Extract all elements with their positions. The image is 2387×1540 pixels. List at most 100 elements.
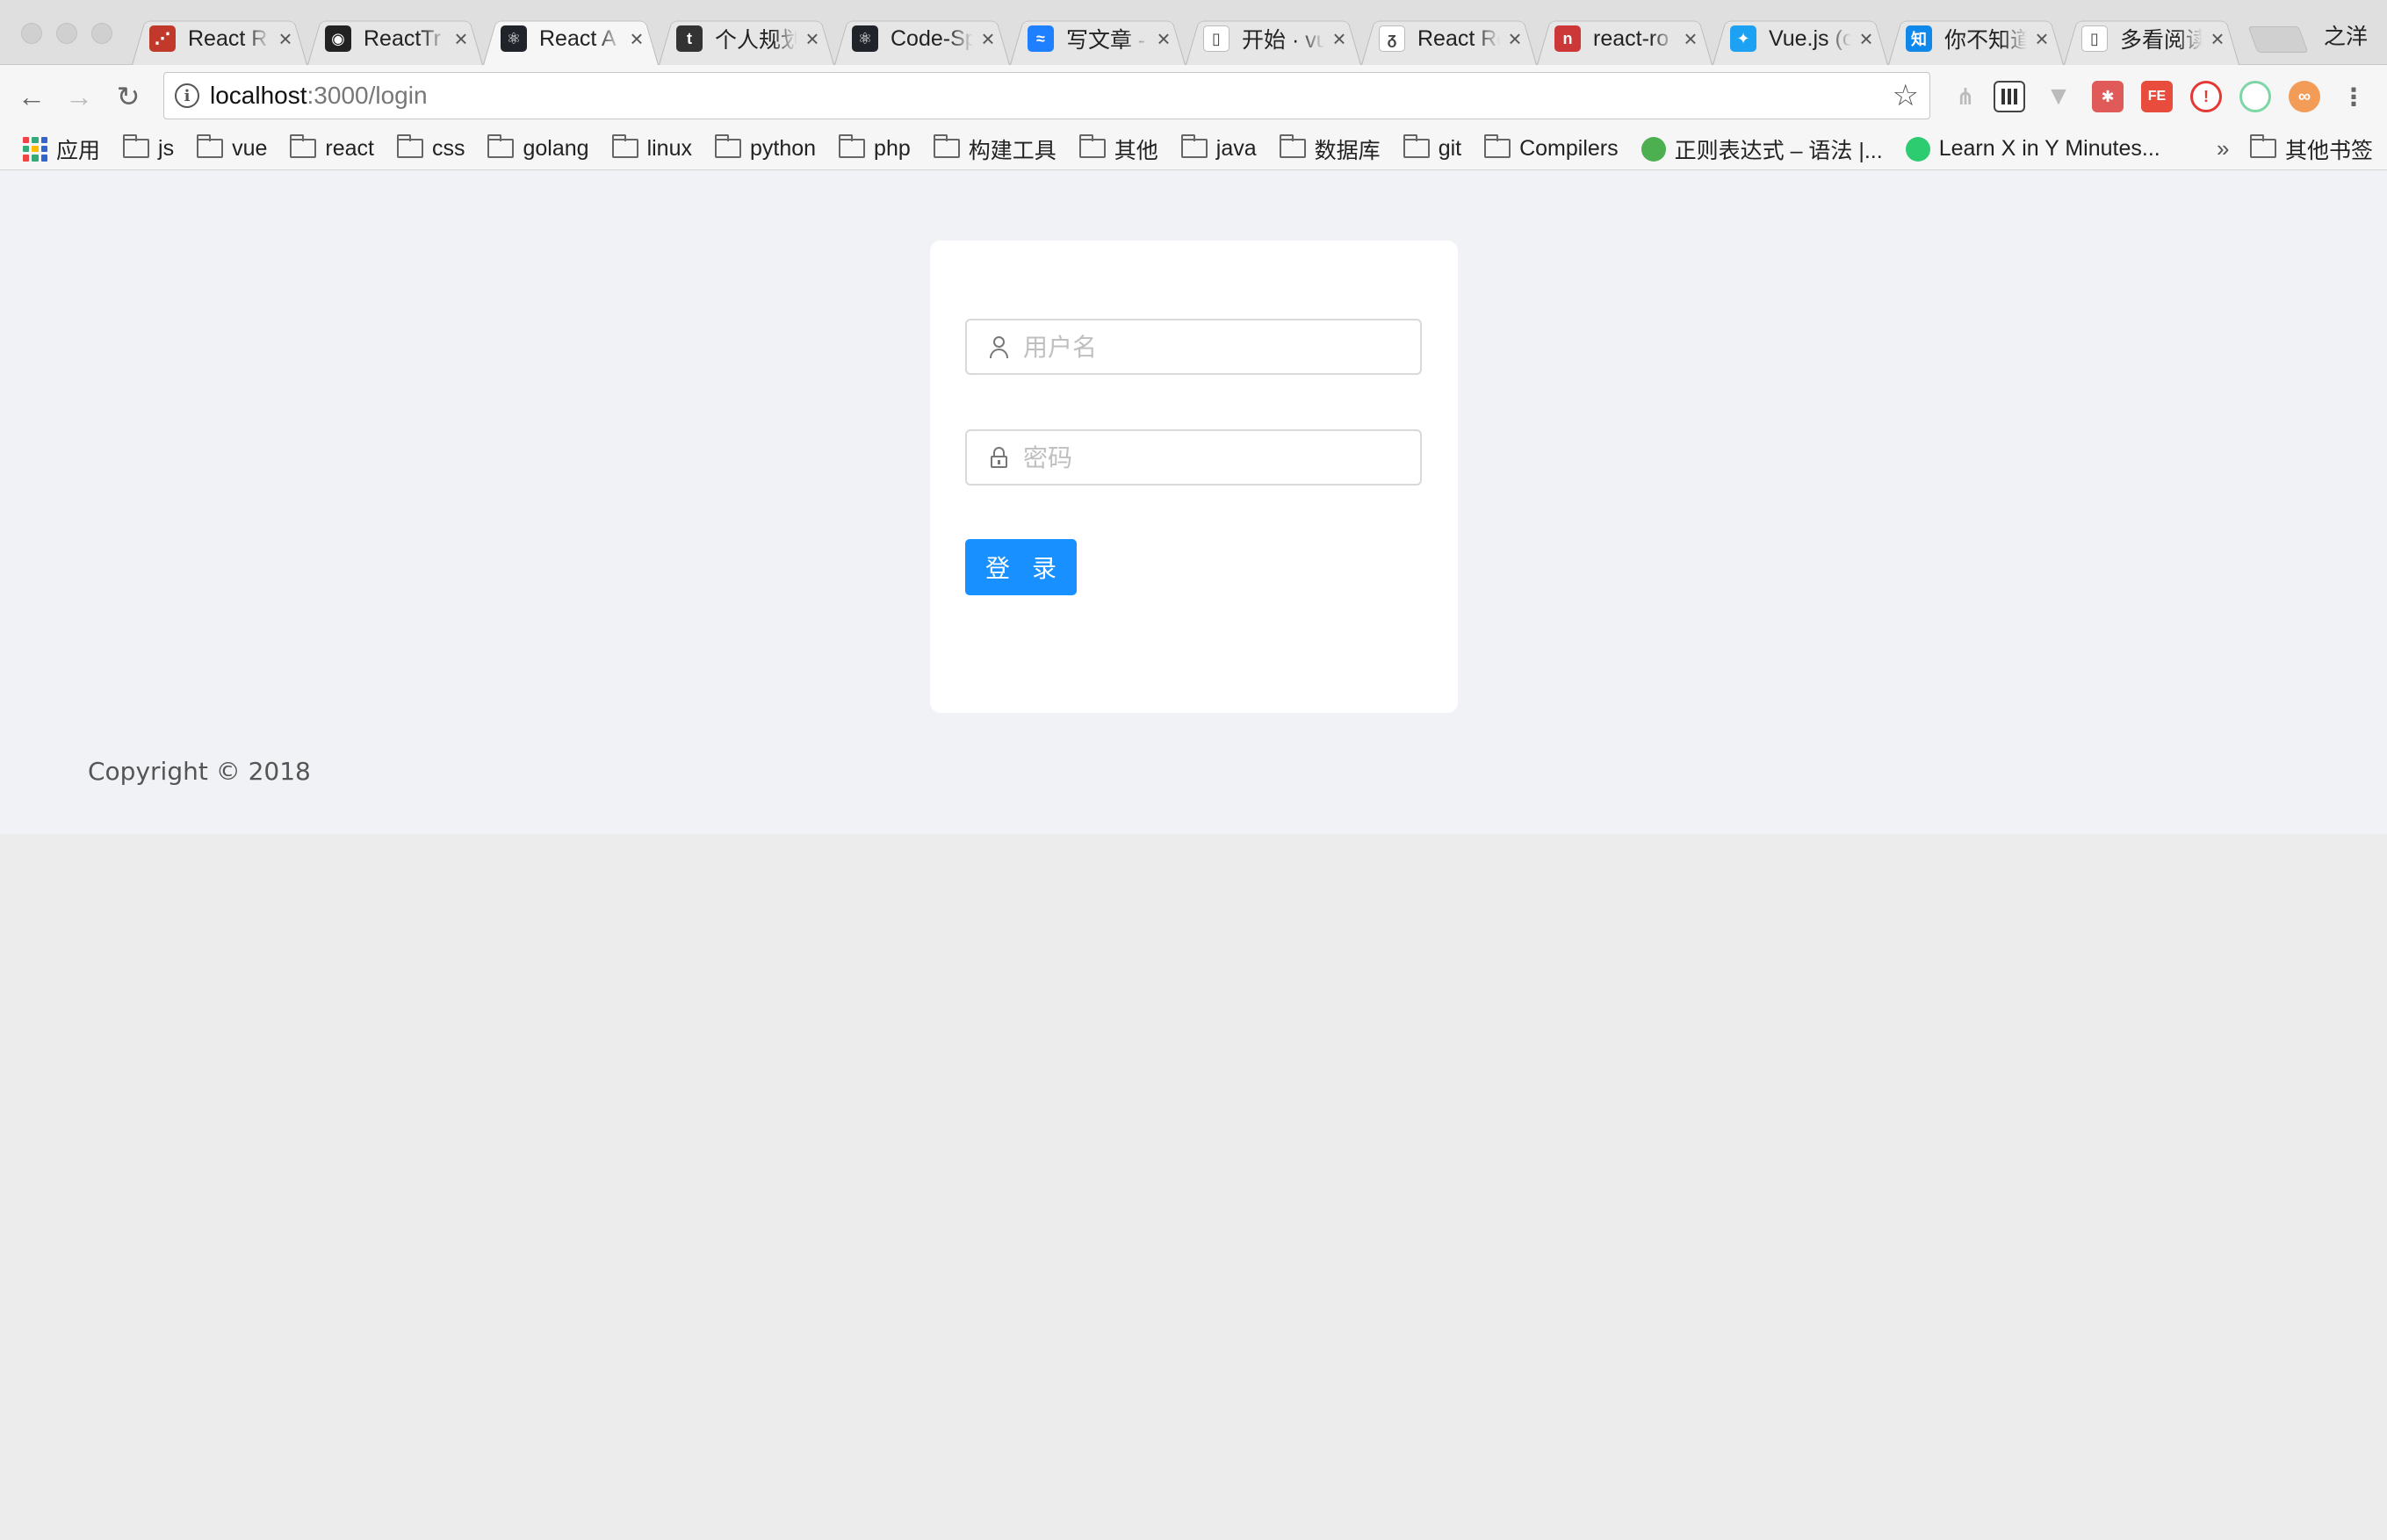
folder-icon <box>839 133 866 158</box>
close-tab-icon[interactable]: × <box>1505 25 1525 53</box>
regex-icon <box>1641 136 1666 162</box>
info-icon[interactable]: i <box>175 83 199 108</box>
bookmark-label: 构建工具 <box>968 138 1056 163</box>
apps-grid-icon <box>23 136 47 162</box>
npm-icon: n <box>1554 25 1581 52</box>
close-tab-icon[interactable]: × <box>1681 25 1700 53</box>
react-redux-icon: ⋰ <box>149 25 176 52</box>
tab-title: React R <box>188 25 268 51</box>
profile-name[interactable]: 之洋 <box>2324 19 2368 51</box>
bookmark-star-icon[interactable]: ☆ <box>1893 78 1919 113</box>
react-icon: ⚛ <box>501 25 527 52</box>
browser-tab[interactable]: ▯ 多看阅读 × <box>2064 12 2239 65</box>
arrow-left-icon: ← <box>18 80 46 112</box>
username-field[interactable] <box>965 319 1422 375</box>
tab-title: ReactTr <box>364 25 441 51</box>
forward-button[interactable]: → <box>60 77 98 116</box>
extension-share-icon[interactable]: ⋔ <box>1950 81 1981 112</box>
tab-strip: ⋰ React R × ◉ ReactTr × ⚛ React A × t 个人规划 × ⚛ Code-S… <box>0 0 2387 65</box>
zhihu-icon: 知 <box>1906 25 1932 52</box>
close-tab-icon[interactable]: × <box>1857 25 1876 53</box>
browser-tab[interactable]: ⚛ Code-Sp × <box>834 12 1010 65</box>
address-bar[interactable]: i localhost:3000/login ☆ <box>163 72 1930 119</box>
bookmark-folder[interactable]: css <box>396 133 465 162</box>
close-tab-icon[interactable]: × <box>1330 25 1349 53</box>
tab-title: react-ro <box>1593 25 1669 51</box>
bookmark-folder[interactable]: 其他 <box>1078 133 1158 165</box>
browser-tab[interactable]: 知你不知道 × <box>1888 12 2064 65</box>
extension-infinity-icon[interactable]: ∞ <box>2289 81 2320 112</box>
learnx-icon <box>1905 136 1930 162</box>
bookmark-folder[interactable]: php <box>839 133 911 162</box>
close-tab-icon[interactable]: × <box>276 25 295 53</box>
extension-adblock-icon[interactable]: ! <box>2190 81 2222 112</box>
maximize-window-button[interactable] <box>91 23 112 44</box>
extension-qrcode-icon[interactable] <box>1994 81 2025 112</box>
password-input[interactable] <box>1023 443 1420 472</box>
document-icon: ▯ <box>2081 25 2108 52</box>
browser-tab[interactable]: ⋰ React R × <box>132 12 307 65</box>
bookmark-label: 其他 <box>1114 138 1158 163</box>
close-window-button[interactable] <box>21 23 42 44</box>
github-icon: ◉ <box>325 25 351 52</box>
extension-green-circle-icon[interactable] <box>2239 81 2271 112</box>
browser-tab[interactable]: ⚛ React A × <box>483 12 659 65</box>
browser-tab[interactable]: t 个人规划 × <box>659 12 834 65</box>
folder-icon <box>1403 133 1430 158</box>
bookmark-folder[interactable]: Compilers <box>1484 133 1619 162</box>
feather-icon: ᵹ <box>1379 25 1405 52</box>
browser-tab[interactable]: ✦ Vue.js (c × <box>1713 12 1888 65</box>
reload-button[interactable]: ↻ <box>109 77 148 116</box>
close-tab-icon[interactable]: × <box>2032 25 2052 53</box>
extension-fe-helper-icon[interactable]: FE <box>2141 81 2173 112</box>
bookmarks-overflow-button[interactable]: » <box>2217 135 2229 162</box>
page-content: 登 录 Copyright © 2018 <box>0 170 2387 834</box>
extension-colorpicker-icon[interactable]: ✱ <box>2092 81 2124 112</box>
other-bookmarks-label: 其他书签 <box>2285 138 2374 163</box>
new-tab-button[interactable] <box>2247 26 2309 53</box>
tab-title: 开始 · vu <box>1242 28 1324 53</box>
close-tab-icon[interactable]: × <box>803 25 822 53</box>
bookmarks-bar: 应用 js vue react css golang linux python php 构建工具 其… <box>0 128 2387 170</box>
close-tab-icon[interactable]: × <box>2208 25 2227 53</box>
browser-tab[interactable]: ▯ 开始 · vu × <box>1186 12 1361 65</box>
bookmark-label: php <box>874 136 911 161</box>
close-tab-icon[interactable]: × <box>1154 25 1173 53</box>
bookmark-folder[interactable]: linux <box>611 133 692 162</box>
bookmark-label: linux <box>646 136 692 161</box>
close-tab-icon[interactable]: × <box>978 25 998 53</box>
bookmark-link[interactable]: Learn X in Y Minutes... <box>1905 136 2160 162</box>
back-button[interactable]: ← <box>12 77 51 116</box>
folder-icon <box>1180 133 1208 158</box>
url-path: :3000/login <box>306 82 428 109</box>
close-tab-icon[interactable]: × <box>627 25 646 53</box>
user-icon <box>988 335 1011 358</box>
bookmark-folder[interactable]: python <box>714 133 816 162</box>
browser-menu-icon[interactable]: ⋮ <box>2338 81 2369 112</box>
other-bookmarks-folder[interactable]: 其他书签 <box>2250 133 2373 165</box>
close-tab-icon[interactable]: × <box>451 25 471 53</box>
extension-vue-devtools-icon[interactable]: ▼ <box>2043 81 2074 112</box>
bookmark-folder[interactable]: git <box>1403 133 1462 162</box>
browser-tab[interactable]: ≈ 写文章 - × <box>1010 12 1186 65</box>
bookmark-folder[interactable]: vue <box>197 133 267 162</box>
browser-tab[interactable]: n react-ro × <box>1537 12 1713 65</box>
folder-icon <box>197 133 224 158</box>
login-button[interactable]: 登 录 <box>965 539 1077 595</box>
bookmark-folder[interactable]: 构建工具 <box>933 133 1056 165</box>
bookmark-folder[interactable]: 数据库 <box>1279 133 1381 165</box>
bookmark-label: git <box>1438 136 1462 161</box>
browser-tab[interactable]: ᵹ React Ro × <box>1361 12 1537 65</box>
username-input[interactable] <box>1023 332 1420 362</box>
minimize-window-button[interactable] <box>56 23 77 44</box>
browser-tab[interactable]: ◉ ReactTr × <box>307 12 483 65</box>
bookmark-folder[interactable]: golang <box>487 133 589 162</box>
bookmark-folder[interactable]: react <box>290 133 374 162</box>
bookmark-link[interactable]: 正则表达式 – 语法 |... <box>1641 133 1883 165</box>
bookmark-folder[interactable]: js <box>123 133 174 162</box>
apps-shortcut[interactable]: 应用 <box>23 133 100 165</box>
folder-icon <box>1484 133 1511 158</box>
bookmark-label: 数据库 <box>1314 138 1381 163</box>
password-field[interactable] <box>965 429 1422 486</box>
bookmark-folder[interactable]: java <box>1180 133 1257 162</box>
